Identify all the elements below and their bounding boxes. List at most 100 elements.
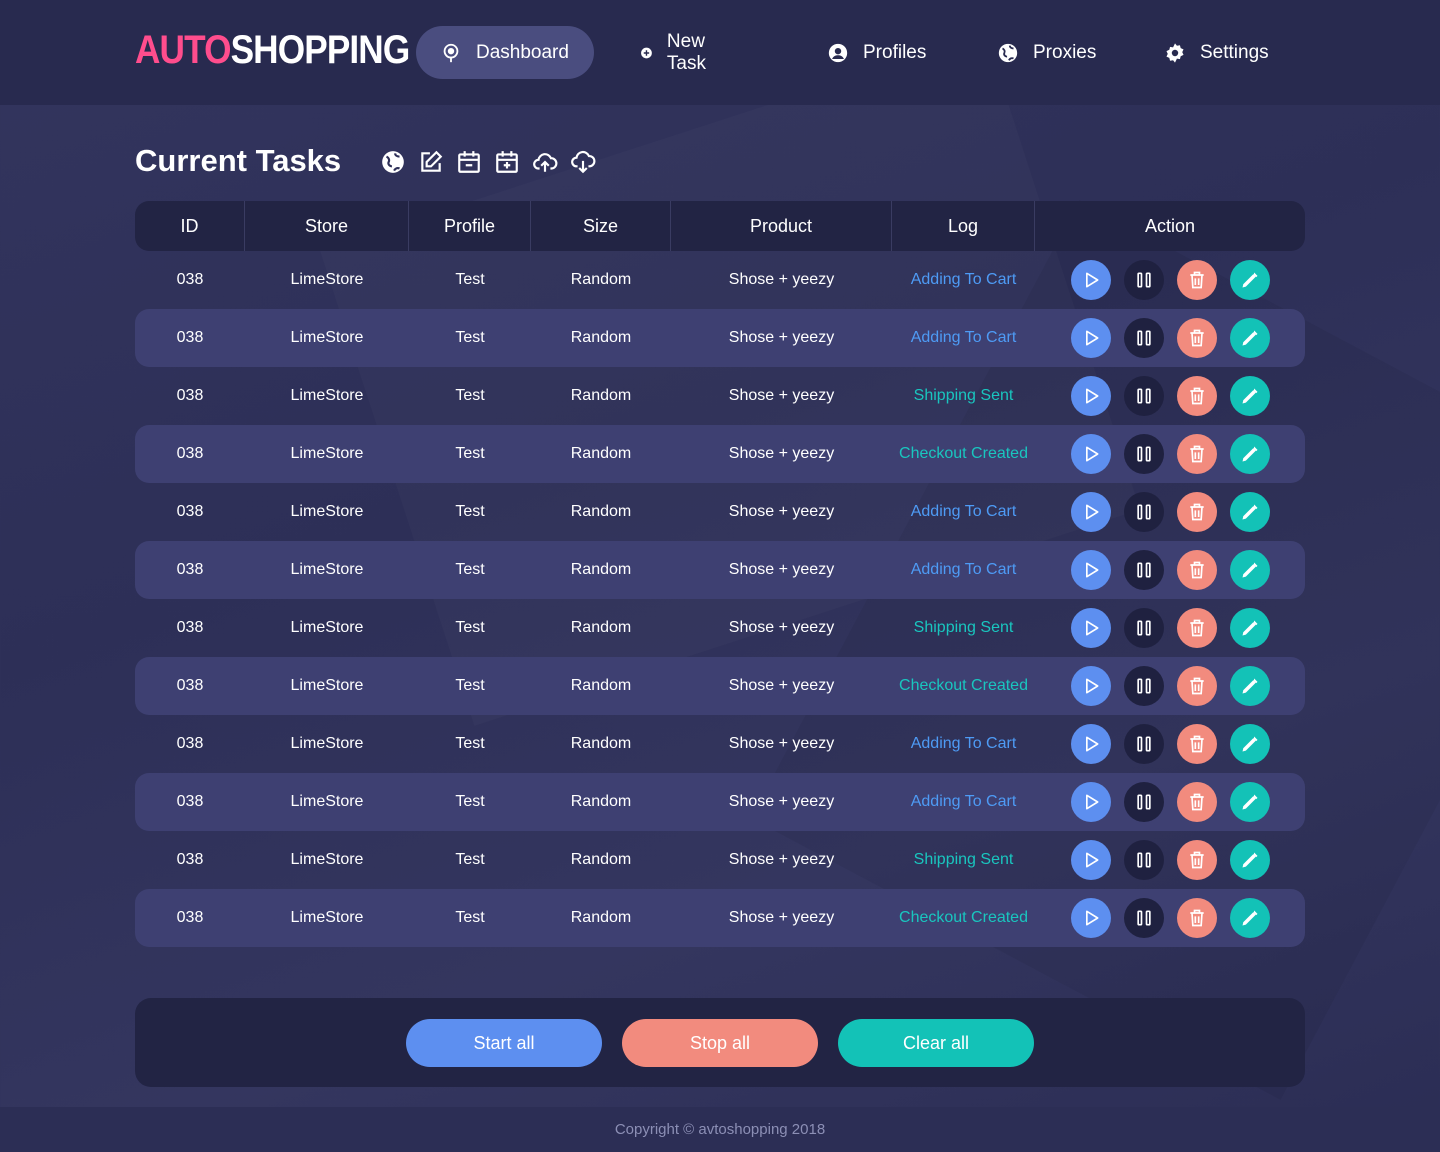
calendar-minus-icon[interactable] <box>456 149 482 175</box>
play-button[interactable] <box>1070 666 1111 706</box>
cell-product: Shose + yeezy <box>728 909 835 926</box>
edit-button[interactable] <box>1229 318 1270 358</box>
table-row[interactable]: 038 LimeStore Test Random Shose + yeezy Addin… <box>135 541 1305 599</box>
table-row[interactable]: 038 LimeStore Test Random Shose + yeezy Shipp… <box>135 599 1305 657</box>
pause-button[interactable] <box>1123 492 1164 532</box>
play-button[interactable] <box>1070 376 1111 416</box>
table-row[interactable]: 038 LimeStore Test Random Shose + yeezy Addin… <box>135 483 1305 541</box>
play-button[interactable] <box>1070 724 1111 764</box>
cell-size: Random <box>570 271 632 288</box>
delete-button[interactable] <box>1176 492 1217 532</box>
edit-button[interactable] <box>1229 782 1270 822</box>
edit-button[interactable] <box>1229 260 1270 300</box>
column-header-product[interactable]: Product <box>671 201 892 251</box>
delete-button[interactable] <box>1176 434 1217 474</box>
pause-button[interactable] <box>1123 666 1164 706</box>
edit-button[interactable] <box>1229 434 1270 474</box>
edit-icon[interactable] <box>418 149 444 175</box>
delete-button[interactable] <box>1176 840 1217 880</box>
pause-icon <box>1134 908 1154 928</box>
table-row[interactable]: 038 LimeStore Test Random Shose + yeezy Check… <box>135 889 1305 947</box>
nav-item-profiles[interactable]: Profiles <box>803 26 950 79</box>
pause-icon <box>1134 386 1154 406</box>
pause-icon <box>1134 676 1154 696</box>
play-button[interactable] <box>1070 898 1111 938</box>
column-header-store[interactable]: Store <box>245 201 409 251</box>
pause-button[interactable] <box>1123 608 1164 648</box>
table-body: 038 LimeStore Test Random Shose + yeezy Addin… <box>135 251 1305 947</box>
start-all-button[interactable]: Start all <box>406 1019 602 1067</box>
table-row[interactable]: 038 LimeStore Test Random Shose + yeezy Shipp… <box>135 367 1305 425</box>
delete-button[interactable] <box>1176 550 1217 590</box>
cloud-download-icon[interactable] <box>570 149 596 175</box>
play-button[interactable] <box>1070 608 1111 648</box>
play-button[interactable] <box>1070 260 1111 300</box>
delete-button[interactable] <box>1176 318 1217 358</box>
nav-item-new-task[interactable]: New Task <box>616 26 739 79</box>
edit-button[interactable] <box>1229 724 1270 764</box>
page-title: Current Tasks <box>135 143 342 178</box>
calendar-plus-icon[interactable] <box>494 149 520 175</box>
edit-button[interactable] <box>1229 492 1270 532</box>
dashboard-pin-icon <box>443 43 459 62</box>
pause-button[interactable] <box>1123 840 1164 880</box>
pause-button[interactable] <box>1123 550 1164 590</box>
edit-button[interactable] <box>1229 376 1270 416</box>
play-icon <box>1081 734 1101 754</box>
play-button[interactable] <box>1070 550 1111 590</box>
play-button[interactable] <box>1070 434 1111 474</box>
table-row[interactable]: 038 LimeStore Test Random Shose + yeezy Addin… <box>135 773 1305 831</box>
pencil-icon <box>1240 734 1260 754</box>
column-header-id[interactable]: ID <box>135 201 245 251</box>
stop-all-button[interactable]: Stop all <box>622 1019 818 1067</box>
pause-button[interactable] <box>1123 376 1164 416</box>
column-header-log[interactable]: Log <box>892 201 1035 251</box>
delete-button[interactable] <box>1176 724 1217 764</box>
pause-button[interactable] <box>1123 260 1164 300</box>
cell-store: LimeStore <box>290 503 364 520</box>
delete-button[interactable] <box>1176 898 1217 938</box>
delete-button[interactable] <box>1176 666 1217 706</box>
edit-button[interactable] <box>1229 898 1270 938</box>
cloud-upload-icon[interactable] <box>532 149 558 175</box>
edit-button[interactable] <box>1229 608 1270 648</box>
column-header-size[interactable]: Size <box>531 201 671 251</box>
edit-button[interactable] <box>1229 550 1270 590</box>
play-button[interactable] <box>1070 840 1111 880</box>
delete-button[interactable] <box>1176 608 1217 648</box>
table-row[interactable]: 038 LimeStore Test Random Shose + yeezy Shipp… <box>135 831 1305 889</box>
pause-button[interactable] <box>1123 782 1164 822</box>
play-icon <box>1081 560 1101 580</box>
cell-product: Shose + yeezy <box>728 445 835 462</box>
task-toolbar <box>380 149 596 175</box>
globe-icon[interactable] <box>380 149 406 175</box>
delete-button[interactable] <box>1176 260 1217 300</box>
nav-item-proxies[interactable]: Proxies <box>973 26 1120 79</box>
delete-button[interactable] <box>1176 376 1217 416</box>
table-row[interactable]: 038 LimeStore Test Random Shose + yeezy Check… <box>135 657 1305 715</box>
pause-button[interactable] <box>1123 724 1164 764</box>
delete-button[interactable] <box>1176 782 1217 822</box>
edit-button[interactable] <box>1229 840 1270 880</box>
table-row[interactable]: 038 LimeStore Test Random Shose + yeezy Check… <box>135 425 1305 483</box>
pause-button[interactable] <box>1123 318 1164 358</box>
nav-item-label: Profiles <box>863 41 927 63</box>
trash-icon <box>1187 386 1207 406</box>
cell-id: 038 <box>176 909 204 926</box>
play-button[interactable] <box>1070 318 1111 358</box>
nav-item-dashboard[interactable]: Dashboard <box>416 26 594 79</box>
table-row[interactable]: 038 LimeStore Test Random Shose + yeezy Addin… <box>135 251 1305 309</box>
edit-button[interactable] <box>1229 666 1270 706</box>
brand-logo[interactable]: AUTOSHOPPING <box>135 28 410 73</box>
table-row[interactable]: 038 LimeStore Test Random Shose + yeezy Addin… <box>135 309 1305 367</box>
column-header-profile[interactable]: Profile <box>409 201 531 251</box>
pause-button[interactable] <box>1123 898 1164 938</box>
pencil-icon <box>1240 908 1260 928</box>
clear-all-button[interactable]: Clear all <box>838 1019 1034 1067</box>
pause-button[interactable] <box>1123 434 1164 474</box>
trash-icon <box>1187 328 1207 348</box>
play-button[interactable] <box>1070 782 1111 822</box>
play-button[interactable] <box>1070 492 1111 532</box>
nav-item-settings[interactable]: Settings <box>1140 26 1293 79</box>
table-row[interactable]: 038 LimeStore Test Random Shose + yeezy Addin… <box>135 715 1305 773</box>
